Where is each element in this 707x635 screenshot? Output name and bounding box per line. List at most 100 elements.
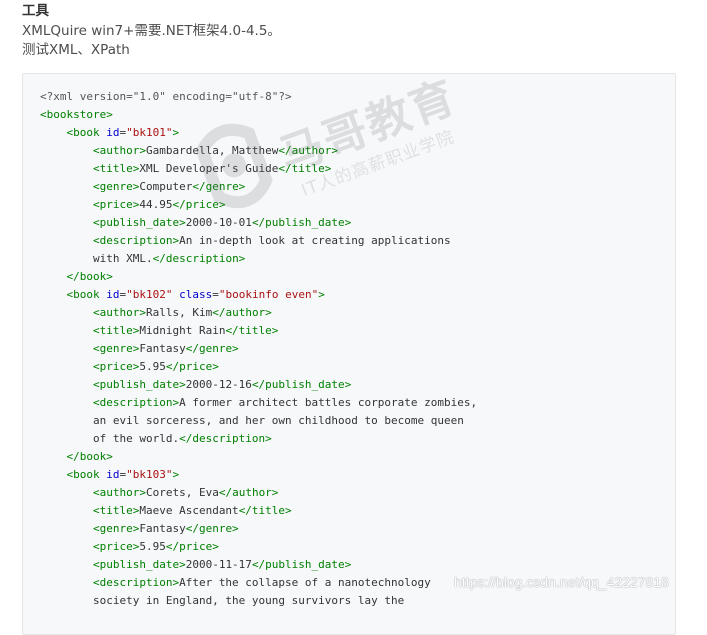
- code-token-tag: </genre>: [185, 342, 239, 355]
- code-token-txt: Maeve Ascendant: [139, 504, 239, 517]
- code-line: <book id="bk102" class="bookinfo even">: [40, 286, 477, 304]
- code-token-tag: </price>: [172, 198, 226, 211]
- code-token-tag: >: [172, 468, 180, 481]
- intro-text: 工具 XMLQuire win7+需要.NET框架4.0-4.5。 测试XML、…: [22, 2, 281, 61]
- section-heading: 工具: [22, 3, 49, 19]
- code-token-tag: </description>: [152, 252, 246, 265]
- code-token-txt: Corets, Eva: [145, 486, 219, 499]
- code-token-tag: </author>: [218, 486, 279, 499]
- code-line: <price>5.95</price>: [40, 358, 477, 376]
- code-token-tag: <price>: [92, 360, 140, 373]
- code-token-txt: of the world.: [40, 432, 180, 445]
- code-token-txt: Fantasy: [139, 342, 186, 355]
- code-token-txt: 2000-11-17: [185, 558, 252, 571]
- code-line: <genre>Fantasy</genre>: [40, 520, 477, 538]
- code-token-tag: <book: [66, 468, 107, 481]
- code-token-pi: <?xml version="1.0" encoding="utf-8"?>: [40, 90, 292, 103]
- code-line: <author>Corets, Eva</author>: [40, 484, 477, 502]
- code-token-attr: class: [179, 288, 213, 301]
- code-token-txt: =: [212, 288, 219, 301]
- code-token-attr: id: [106, 126, 120, 139]
- code-token-tag: </genre>: [192, 180, 246, 193]
- code-line: <price>5.95</price>: [40, 538, 477, 556]
- csdn-watermark: https://blog.csdn.net/qq_42227818: [454, 574, 669, 590]
- code-token-tag: >: [172, 126, 180, 139]
- code-token-tag: </price>: [165, 540, 219, 553]
- code-token-tag: <price>: [92, 540, 140, 553]
- code-line: of the world.</description>: [40, 430, 477, 448]
- tool-description: XMLQuire win7+需要.NET框架4.0-4.5。: [22, 22, 281, 39]
- code-line: </book>: [40, 448, 477, 466]
- code-token-tag: </title>: [225, 324, 279, 337]
- code-line: with XML.</description>: [40, 250, 477, 268]
- code-token-tag: </author>: [212, 306, 272, 319]
- code-token-val: "bookinfo even": [218, 288, 319, 301]
- code-line: </book>: [40, 268, 477, 286]
- code-token-txt: Gambardella, Matthew: [145, 144, 279, 157]
- code-line: <book id="bk101">: [40, 124, 477, 142]
- code-line: <genre>Computer</genre>: [40, 178, 477, 196]
- code-token-txt: Fantasy: [139, 522, 186, 535]
- code-line: <description>After the collapse of a nan…: [40, 574, 477, 592]
- code-token-tag: <publish_date>: [92, 558, 186, 571]
- code-token-val: "bk101": [126, 126, 173, 139]
- code-line: <title>Midnight Rain</title>: [40, 322, 477, 340]
- code-line: <publish_date>2000-10-01</publish_date>: [40, 214, 477, 232]
- code-token-tag: <publish_date>: [92, 378, 186, 391]
- code-line: <author>Gambardella, Matthew</author>: [40, 142, 477, 160]
- xml-code: <?xml version="1.0" encoding="utf-8"?> <b…: [40, 88, 477, 610]
- code-token-tag: <title>: [92, 162, 140, 175]
- code-line: <title>Maeve Ascendant</title>: [40, 502, 477, 520]
- code-token-tag: <author>: [92, 144, 146, 157]
- code-line: <publish_date>2000-12-16</publish_date>: [40, 376, 477, 394]
- code-token-tag: </publish_date>: [251, 378, 352, 391]
- code-token-tag: <publish_date>: [92, 216, 186, 229]
- code-line: <?xml version="1.0" encoding="utf-8"?>: [40, 88, 477, 106]
- code-line: <price>44.95</price>: [40, 196, 477, 214]
- code-token-txt: 2000-10-01: [185, 216, 252, 229]
- code-token-tag: </description>: [179, 432, 272, 445]
- code-token-tag: <genre>: [92, 522, 140, 535]
- code-token-attr: id: [106, 468, 120, 481]
- code-token-tag: <bookstore>: [40, 108, 113, 121]
- code-line: <title>XML Developer's Guide</title>: [40, 160, 477, 178]
- code-token-txt: XML Developer's Guide: [139, 162, 279, 175]
- code-line: <author>Ralls, Kim</author>: [40, 304, 477, 322]
- code-token-txt: 2000-12-16: [185, 378, 252, 391]
- code-token-txt: After the collapse of a nanotechnology: [179, 576, 431, 589]
- code-line: <book id="bk103">: [40, 466, 477, 484]
- code-token-tag: >: [318, 288, 325, 301]
- code-token-tag: <title>: [92, 324, 140, 337]
- code-token-tag: <book: [66, 288, 107, 301]
- code-token-txt: 44.95: [139, 198, 173, 211]
- test-description: 测试XML、XPath: [22, 42, 130, 58]
- code-line: society in England, the young survivors …: [40, 592, 477, 610]
- code-token-tag: <price>: [92, 198, 140, 211]
- code-token-val: "bk103": [126, 468, 173, 481]
- code-token-tag: </author>: [278, 144, 339, 157]
- code-token-tag: <description>: [92, 234, 180, 247]
- code-token-txt: Ralls, Kim: [145, 306, 213, 319]
- code-token-txt: A former architect battles corporate zom…: [179, 396, 478, 409]
- code-token-tag: </book>: [66, 450, 113, 463]
- code-line: an evil sorceress, and her own childhood…: [40, 412, 477, 430]
- code-line: <description>A former architect battles …: [40, 394, 477, 412]
